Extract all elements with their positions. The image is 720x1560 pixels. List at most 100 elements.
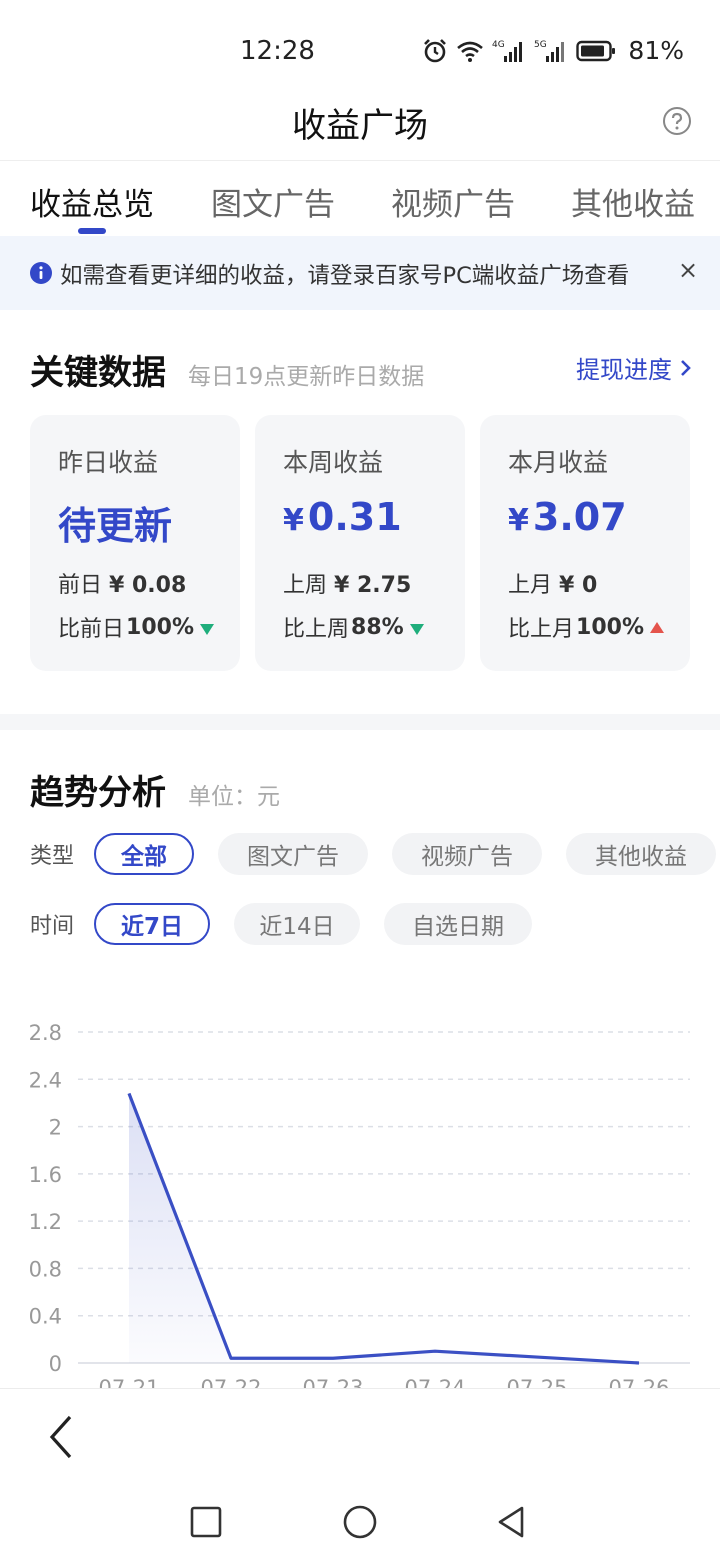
card-prev-value: ¥ 0.08	[109, 573, 187, 598]
triangle-back-icon[interactable]	[494, 1504, 530, 1540]
chip-time-14d[interactable]: 近14日	[234, 903, 360, 945]
card-value: ¥3.07	[508, 495, 627, 539]
card-compare-value: 88%	[351, 614, 404, 640]
currency-symbol: ¥	[283, 503, 304, 538]
card-title: 昨日收益	[58, 448, 159, 477]
trend-down-icon	[199, 623, 214, 635]
close-icon[interactable]: ×	[676, 256, 700, 284]
y-tick-label: 1.6	[29, 1163, 62, 1187]
card-prev-label: 上月	[508, 573, 553, 598]
trend-chart: 2.8 2.4 2 1.6 1.2 0.8 0.4 0 07-21 07-22 07-23 07-24…	[0, 1000, 720, 1388]
app-root: 12:28 4G 5G 81% 收益广场 收益总览 图文广告 视频广告 其他收益…	[0, 0, 720, 1560]
y-tick-label: 1.2	[29, 1210, 62, 1234]
card-value-text: 3.07	[532, 495, 627, 539]
trend-title: 趋势分析	[30, 773, 166, 813]
chip-type-image-text[interactable]: 图文广告	[218, 833, 368, 875]
trend-header: 趋势分析 单位：元	[30, 765, 280, 814]
card-compare-label: 比前日	[58, 617, 125, 642]
card-value: ¥0.31	[283, 495, 402, 539]
section-divider	[0, 714, 720, 730]
card-yesterday[interactable]: 昨日收益 待更新 前日 ¥ 0.08 比前日 100%	[30, 415, 240, 671]
trend-chart-svg: 2.8 2.4 2 1.6 1.2 0.8 0.4 0 07-21 07-22 07-23 07-24…	[29, 1021, 690, 1388]
tab-image-text-ads[interactable]: 图文广告	[211, 161, 335, 237]
wifi-icon	[456, 39, 484, 63]
type-filter-label: 类型	[30, 844, 75, 869]
y-tick-label: 0.8	[29, 1257, 62, 1281]
x-tick-label: 07-21	[98, 1376, 159, 1388]
network-label-2: 5G	[534, 40, 547, 50]
y-tick-label: 0.4	[29, 1305, 62, 1329]
status-icons: 4G 5G 81%	[422, 36, 684, 65]
card-prev: 前日 ¥ 0.08	[58, 567, 186, 599]
y-tick-label: 0	[49, 1352, 62, 1376]
question-circle-icon[interactable]	[662, 106, 692, 136]
card-title: 本周收益	[283, 448, 384, 477]
y-tick-label: 2	[49, 1116, 62, 1140]
y-tick-label: 2.8	[29, 1021, 62, 1045]
tab-indicator	[78, 228, 106, 234]
card-value-text: 待更新	[58, 504, 173, 548]
chevron-left-icon[interactable]	[44, 1413, 78, 1461]
card-prev-label: 上周	[283, 573, 328, 598]
x-tick-label: 07-26	[608, 1376, 669, 1388]
chip-type-all[interactable]: 全部	[94, 833, 194, 875]
signal-icon: 5G	[534, 38, 568, 64]
trend-unit: 单位：元	[188, 784, 280, 810]
title-bar: 收益广场	[0, 90, 720, 160]
chip-type-other[interactable]: 其他收益	[566, 833, 716, 875]
chevron-right-icon	[681, 359, 691, 376]
key-data-header: 关键数据 每日19点更新昨日数据	[30, 345, 424, 394]
x-tick-label: 07-22	[200, 1376, 261, 1388]
card-compare-label: 比上周	[283, 617, 350, 642]
battery-percent: 81%	[628, 36, 684, 65]
time-filter-row: 时间 近7日 近14日 自选日期	[30, 903, 556, 945]
withdraw-progress-link[interactable]: 提现进度	[576, 350, 692, 385]
time-filter-label: 时间	[30, 914, 75, 939]
card-this-month[interactable]: 本月收益 ¥3.07 上月 ¥ 0 比上月 100%	[480, 415, 690, 671]
bottom-toolbar	[0, 1388, 720, 1488]
card-compare: 比前日 100%	[58, 611, 214, 643]
card-compare-label: 比上月	[508, 617, 575, 642]
network-label-1: 4G	[492, 40, 505, 50]
card-compare: 比上周 88%	[283, 611, 424, 643]
card-prev-value: ¥ 0	[559, 573, 598, 598]
card-compare-value: 100%	[576, 614, 644, 640]
x-tick-label: 07-23	[302, 1376, 363, 1388]
type-filter-row: 类型 全部 图文广告 视频广告 其他收益	[30, 833, 720, 875]
chip-time-custom[interactable]: 自选日期	[384, 903, 532, 945]
tab-other-income[interactable]: 其他收益	[571, 161, 695, 237]
circle-icon[interactable]	[342, 1504, 378, 1540]
tab-video-ads[interactable]: 视频广告	[391, 161, 515, 237]
x-tick-label: 07-25	[506, 1376, 567, 1388]
card-compare: 比上月 100%	[508, 611, 664, 643]
status-bar: 12:28 4G 5G 81%	[0, 0, 720, 100]
tab-overview[interactable]: 收益总览	[30, 161, 154, 237]
alarm-icon	[422, 38, 448, 64]
status-time: 12:28	[240, 36, 315, 66]
card-prev-value: ¥ 2.75	[334, 573, 412, 598]
card-title: 本月收益	[508, 448, 609, 477]
key-data-subtitle: 每日19点更新昨日数据	[188, 364, 425, 390]
withdraw-progress-label: 提现进度	[576, 356, 672, 384]
key-data-cards: 昨日收益 待更新 前日 ¥ 0.08 比前日 100% 本周收益 ¥0.31 上周…	[30, 415, 690, 671]
y-tick-label: 2.4	[29, 1068, 62, 1092]
key-data-title: 关键数据	[30, 353, 166, 393]
card-prev: 上周 ¥ 2.75	[283, 567, 411, 599]
card-compare-value: 100%	[126, 614, 194, 640]
card-this-week[interactable]: 本周收益 ¥0.31 上周 ¥ 2.75 比上周 88%	[255, 415, 465, 671]
currency-symbol: ¥	[508, 503, 529, 538]
trend-up-icon	[649, 621, 664, 633]
page-title: 收益广场	[292, 106, 428, 146]
chip-time-7d[interactable]: 近7日	[94, 903, 210, 945]
card-value-text: 0.31	[307, 495, 402, 539]
series-area	[129, 1093, 639, 1363]
square-icon[interactable]	[188, 1504, 224, 1540]
trend-down-icon	[409, 623, 424, 635]
notice-text: 如需查看更详细的收益，请登录百家号PC端收益广场查看	[60, 263, 630, 289]
chip-type-video[interactable]: 视频广告	[392, 833, 542, 875]
battery-icon	[576, 39, 616, 63]
signal-icon: 4G	[492, 38, 526, 64]
card-value: 待更新	[58, 495, 172, 550]
system-nav-bar	[0, 1488, 720, 1560]
info-icon	[30, 262, 52, 284]
